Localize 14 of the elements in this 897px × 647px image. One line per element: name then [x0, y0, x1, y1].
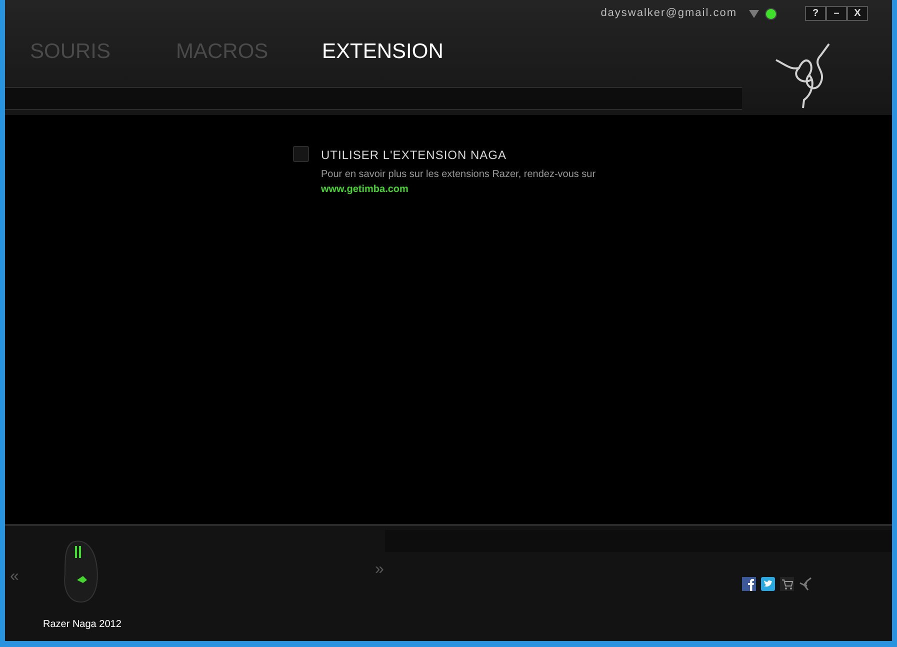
minimize-button[interactable]: – — [826, 6, 847, 21]
website-link[interactable]: www.getimba.com — [321, 182, 596, 197]
dropdown-icon[interactable] — [749, 10, 759, 18]
account-email: dayswalker@gmail.com — [600, 6, 737, 22]
device-name: Razer Naga 2012 — [43, 618, 122, 632]
close-button[interactable]: X — [847, 6, 868, 21]
tab[interactable]: EXTENSION — [322, 36, 468, 68]
twitter-icon[interactable] — [761, 577, 775, 591]
description-text: Pour en savoir plus sur les extensions Razer, rendez-vous sur — [321, 168, 596, 182]
checkbox-label: UTILISER L'EXTENSION NAGA — [321, 147, 508, 164]
facebook-icon[interactable] — [742, 577, 756, 591]
checkbox[interactable] — [293, 146, 309, 162]
cart-icon[interactable] — [780, 577, 794, 591]
help-button[interactable]: ? — [805, 6, 826, 21]
